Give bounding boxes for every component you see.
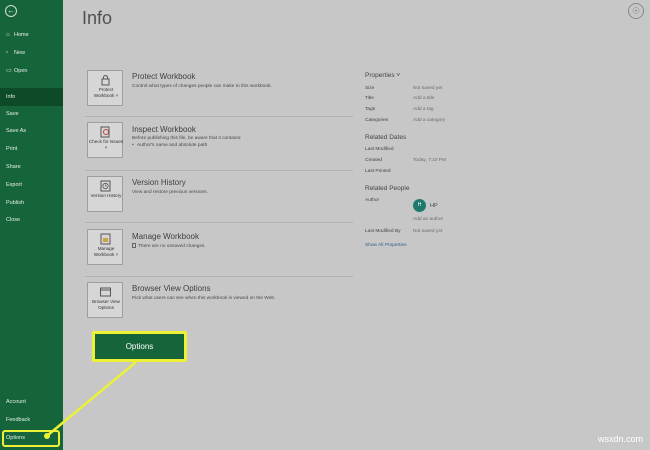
info-pane: Info ☉ Protect Workbook ˅ Protect Workbo… <box>63 0 650 450</box>
sidebar-item-label: Open <box>14 68 28 74</box>
last-modified-by-value: Not saved yet <box>413 229 443 234</box>
sidebar-item-close[interactable]: Close <box>0 212 63 228</box>
date-key-created: Created <box>365 158 383 163</box>
divider <box>85 276 353 277</box>
sidebar-item-label: Home <box>14 32 29 38</box>
sidebar-item-new[interactable]: ▫ New <box>0 45 63 61</box>
add-author-link[interactable]: Add an author <box>413 217 443 222</box>
sidebar-item-label: Save As <box>6 128 27 134</box>
inspect-icon <box>100 126 110 138</box>
sidebar-item-home[interactable]: ⌂ Home <box>0 27 63 43</box>
sidebar-item-label: Close <box>6 217 21 223</box>
sidebar-item-info[interactable]: Info <box>0 88 63 106</box>
sidebar-item-publish[interactable]: Publish <box>0 195 63 211</box>
properties-heading[interactable]: Properties ˅ <box>365 72 400 79</box>
prop-key-title: Title <box>365 96 374 101</box>
show-all-properties-link[interactable]: Show All Properties <box>365 243 407 248</box>
author-name[interactable]: HP <box>430 203 438 209</box>
sidebar-item-label: Publish <box>6 200 25 206</box>
watermark: wsxdn.com <box>597 434 643 444</box>
new-icon: ▫ <box>6 50 9 56</box>
related-people-heading: Related People <box>365 185 410 192</box>
sidebar-item-label: Save <box>6 111 19 117</box>
lock-icon <box>101 75 110 86</box>
sidebar-item-export[interactable]: Export <box>0 177 63 193</box>
avatar[interactable]: H <box>413 199 426 212</box>
prop-value-title[interactable]: Add a title <box>413 96 434 101</box>
protect-workbook-button[interactable]: Protect Workbook ˅ <box>87 70 123 106</box>
sidebar-item-label: Feedback <box>6 417 31 423</box>
section-desc-protect: Control what types of changes people can… <box>132 84 272 89</box>
section-title-browser: Browser View Options <box>132 284 211 293</box>
sidebar-item-save[interactable]: Save <box>0 106 63 122</box>
browser-view-options-button[interactable]: Browser View Options <box>87 282 123 318</box>
home-icon: ⌂ <box>6 32 10 38</box>
button-label: Protect Workbook ˅ <box>93 87 119 98</box>
button-label: Manage Workbook ˅ <box>93 246 119 257</box>
sidebar-item-open[interactable]: ▭ Open <box>0 63 63 79</box>
section-desc-version: View and restore previous versions. <box>132 190 208 195</box>
date-key-last-modified: Last Modified <box>365 147 394 152</box>
inspect-bullet: Author's name and absolute path <box>132 143 207 148</box>
version-history-button[interactable]: Version History <box>87 176 123 212</box>
prop-value-size: Not saved yet <box>413 86 443 91</box>
button-label: Browser View Options <box>92 299 120 310</box>
manage-icon <box>100 233 111 245</box>
section-desc-manage: There are no unsaved changes. <box>138 244 206 249</box>
author-key: Author <box>365 198 380 203</box>
open-icon: ▭ <box>6 68 12 74</box>
prop-key-categories: Categories <box>365 118 389 123</box>
options-highlight-ring <box>2 430 60 447</box>
manage-workbook-button[interactable]: Manage Workbook ˅ <box>87 229 123 265</box>
section-desc-browser: Pick what users can see when this workbo… <box>132 296 276 301</box>
sidebar-item-label: Info <box>6 94 16 100</box>
date-key-last-printed: Last Printed <box>365 169 391 174</box>
sidebar-item-label: Export <box>6 182 22 188</box>
prop-value-tags[interactable]: Add a tag <box>413 107 434 112</box>
sidebar-item-label: New <box>14 50 26 56</box>
section-title-manage: Manage Workbook <box>132 232 199 241</box>
prop-key-size: Size <box>365 86 375 91</box>
related-dates-heading: Related Dates <box>365 134 407 141</box>
sidebar-item-feedback[interactable]: Feedback <box>0 412 63 428</box>
history-icon <box>100 180 111 192</box>
sidebar-item-share[interactable]: Share <box>0 159 63 175</box>
divider <box>85 222 353 223</box>
sidebar-item-label: Share <box>6 164 21 170</box>
section-title-protect: Protect Workbook <box>132 72 196 81</box>
sidebar-item-save-as[interactable]: Save As <box>0 123 63 139</box>
check-for-issues-button[interactable]: Check for Issues ˅ <box>87 122 123 158</box>
page-title: Info <box>82 8 113 28</box>
divider <box>85 116 353 117</box>
sidebar-item-label: Account <box>6 399 26 405</box>
document-icon <box>132 243 136 248</box>
prop-value-categories[interactable]: Add a category <box>413 118 445 123</box>
sidebar-item-label: Print <box>6 146 18 152</box>
options-callout: Options <box>92 331 187 362</box>
last-modified-by-key: Last Modified By <box>365 229 401 234</box>
button-label: Check for Issues ˅ <box>88 139 124 150</box>
sidebar-item-account[interactable]: Account <box>0 394 63 410</box>
sidebar-item-print[interactable]: Print <box>0 141 63 157</box>
divider <box>85 170 353 171</box>
button-label: Version History <box>90 193 122 198</box>
backstage-sidebar: ← ⌂ Home ▫ New ▭ Open Info Save Save As Pri… <box>0 0 63 450</box>
back-arrow-icon[interactable]: ← <box>5 5 17 17</box>
prop-key-tags: Tags <box>365 107 376 112</box>
section-title-inspect: Inspect Workbook <box>132 125 196 134</box>
accessibility-icon[interactable]: ☉ <box>628 3 644 19</box>
browser-icon <box>100 287 111 297</box>
section-title-version: Version History <box>132 178 186 187</box>
section-desc-inspect: Before publishing this file, be aware th… <box>132 136 242 141</box>
date-value-created: Today, 7:10 PM <box>413 158 446 163</box>
